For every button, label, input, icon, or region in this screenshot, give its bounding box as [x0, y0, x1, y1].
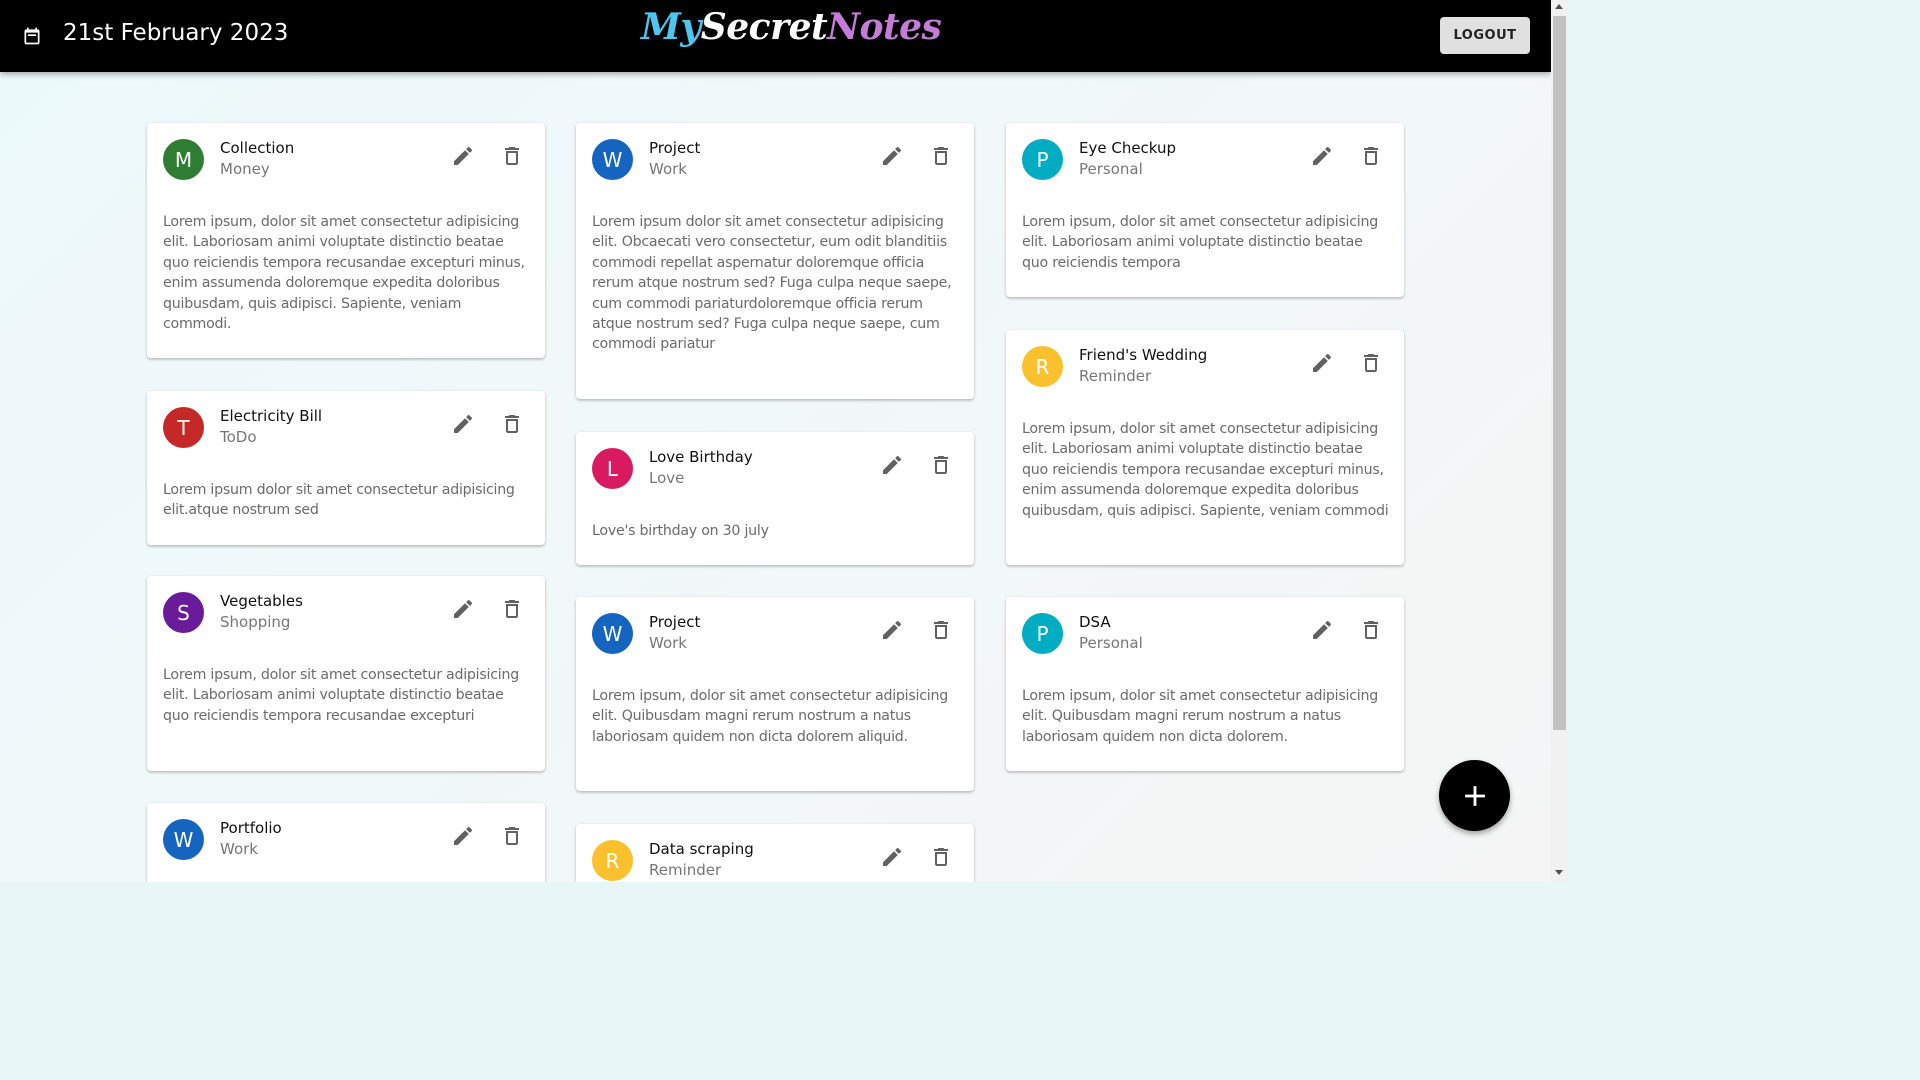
avatar: P	[1022, 613, 1063, 654]
avatar: S	[163, 592, 204, 633]
logout-button[interactable]: LOGOUT	[1440, 17, 1530, 54]
avatar: W	[592, 613, 633, 654]
note-title: Eye Checkup	[1079, 139, 1177, 157]
pencil-icon[interactable]	[451, 144, 475, 168]
plus-icon	[1464, 785, 1485, 806]
current-date: 21st February 2023	[63, 20, 289, 46]
avatar: R	[1022, 346, 1063, 387]
note-body: Lorem ipsum, dolor sit amet consectetur …	[1022, 688, 1378, 745]
note-card[interactable]: W Project Work Lorem ipsum dolor sit ame…	[576, 123, 974, 399]
note-category: Personal	[1079, 634, 1143, 652]
note-card[interactable]: M Collection Money Lorem ipsum, dolor si…	[147, 123, 545, 358]
note-card[interactable]: W Portfolio Work	[147, 803, 545, 882]
note-category: Money	[220, 160, 270, 178]
trash-icon[interactable]	[500, 597, 524, 621]
brand-logo: MySecretNotes	[641, 6, 942, 48]
trash-icon[interactable]	[929, 618, 953, 642]
pencil-icon[interactable]	[451, 597, 475, 621]
pencil-icon[interactable]	[451, 412, 475, 436]
note-body: Lorem ipsum, dolor sit amet consectetur …	[163, 667, 519, 724]
note-category: Shopping	[220, 613, 291, 631]
note-title: Project	[649, 139, 701, 157]
note-title: Love Birthday	[649, 448, 753, 466]
note-category: Work	[220, 840, 258, 858]
scroll-down-arrow[interactable]	[1555, 870, 1563, 875]
note-title: Project	[649, 613, 701, 631]
note-body: Lorem ipsum, dolor sit amet consectetur …	[592, 688, 948, 745]
note-card[interactable]: R Friend's Wedding Reminder Lorem ipsum,…	[1006, 330, 1404, 565]
scrollbar-thumb[interactable]	[1553, 16, 1566, 730]
note-title: Collection	[220, 139, 295, 157]
calendar-icon	[24, 27, 40, 45]
note-title: Vegetables	[220, 592, 303, 610]
pencil-icon[interactable]	[1310, 351, 1334, 375]
note-card[interactable]: R Data scraping Reminder	[576, 824, 974, 882]
trash-icon[interactable]	[1359, 144, 1383, 168]
note-card[interactable]: P DSA Personal Lorem ipsum, dolor sit am…	[1006, 597, 1404, 771]
note-card[interactable]: L Love Birthday Love Love's birthday on …	[576, 432, 974, 565]
note-card[interactable]: P Eye Checkup Personal Lorem ipsum, dolo…	[1006, 123, 1404, 297]
trash-icon[interactable]	[929, 845, 953, 869]
avatar: T	[163, 407, 204, 448]
note-category: Work	[649, 634, 687, 652]
trash-icon[interactable]	[929, 144, 953, 168]
page: 21st February 2023 MySecretNotes LOGOUT …	[0, 0, 1568, 882]
note-title: Portfolio	[220, 819, 282, 837]
add-note-button[interactable]	[1439, 760, 1510, 831]
trash-icon[interactable]	[500, 824, 524, 848]
brand-logo-part-2: Secret	[700, 6, 828, 48]
note-card[interactable]: W Project Work Lorem ipsum, dolor sit am…	[576, 597, 974, 791]
note-category: Reminder	[1079, 367, 1152, 385]
note-category: ToDo	[220, 428, 257, 446]
note-body: Lorem ipsum dolor sit amet consectetur a…	[592, 214, 952, 353]
pencil-icon[interactable]	[880, 144, 904, 168]
avatar: R	[592, 840, 633, 881]
note-body: Lorem ipsum, dolor sit amet consectetur …	[163, 214, 525, 333]
note-category: Work	[649, 160, 687, 178]
note-category: Reminder	[649, 861, 722, 879]
pencil-icon[interactable]	[1310, 618, 1334, 642]
trash-icon[interactable]	[929, 453, 953, 477]
pencil-icon[interactable]	[880, 618, 904, 642]
avatar: W	[592, 139, 633, 180]
note-category: Love	[649, 469, 685, 487]
avatar: L	[592, 448, 633, 489]
vertical-scrollbar[interactable]	[1551, 0, 1568, 882]
note-body: Love's birthday on 30 july	[592, 523, 769, 539]
note-title: Data scraping	[649, 840, 754, 858]
note-category: Personal	[1079, 160, 1143, 178]
pencil-icon[interactable]	[1310, 144, 1334, 168]
app-header: 21st February 2023 MySecretNotes LOGOUT	[0, 0, 1551, 72]
pencil-icon[interactable]	[451, 824, 475, 848]
note-card[interactable]: T Electricity Bill ToDo Lorem ipsum dolo…	[147, 391, 545, 545]
avatar: P	[1022, 139, 1063, 180]
trash-icon[interactable]	[1359, 618, 1383, 642]
brand-logo-part-3: Notes	[827, 6, 942, 48]
note-body: Lorem ipsum, dolor sit amet consectetur …	[1022, 214, 1378, 271]
note-card[interactable]: S Vegetables Shopping Lorem ipsum, dolor…	[147, 576, 545, 771]
pencil-icon[interactable]	[880, 845, 904, 869]
scroll-up-arrow[interactable]	[1555, 4, 1563, 9]
note-title: DSA	[1079, 613, 1111, 631]
avatar: M	[163, 139, 204, 180]
note-body: Lorem ipsum dolor sit amet consectetur a…	[163, 482, 515, 519]
pencil-icon[interactable]	[880, 453, 904, 477]
trash-icon[interactable]	[500, 144, 524, 168]
brand-logo-part-1: My	[641, 6, 701, 48]
trash-icon[interactable]	[1359, 351, 1383, 375]
avatar: W	[163, 819, 204, 860]
note-title: Friend's Wedding	[1079, 346, 1208, 364]
note-title: Electricity Bill	[220, 407, 323, 425]
trash-icon[interactable]	[500, 412, 524, 436]
note-body: Lorem ipsum, dolor sit amet consectetur …	[1022, 421, 1389, 519]
